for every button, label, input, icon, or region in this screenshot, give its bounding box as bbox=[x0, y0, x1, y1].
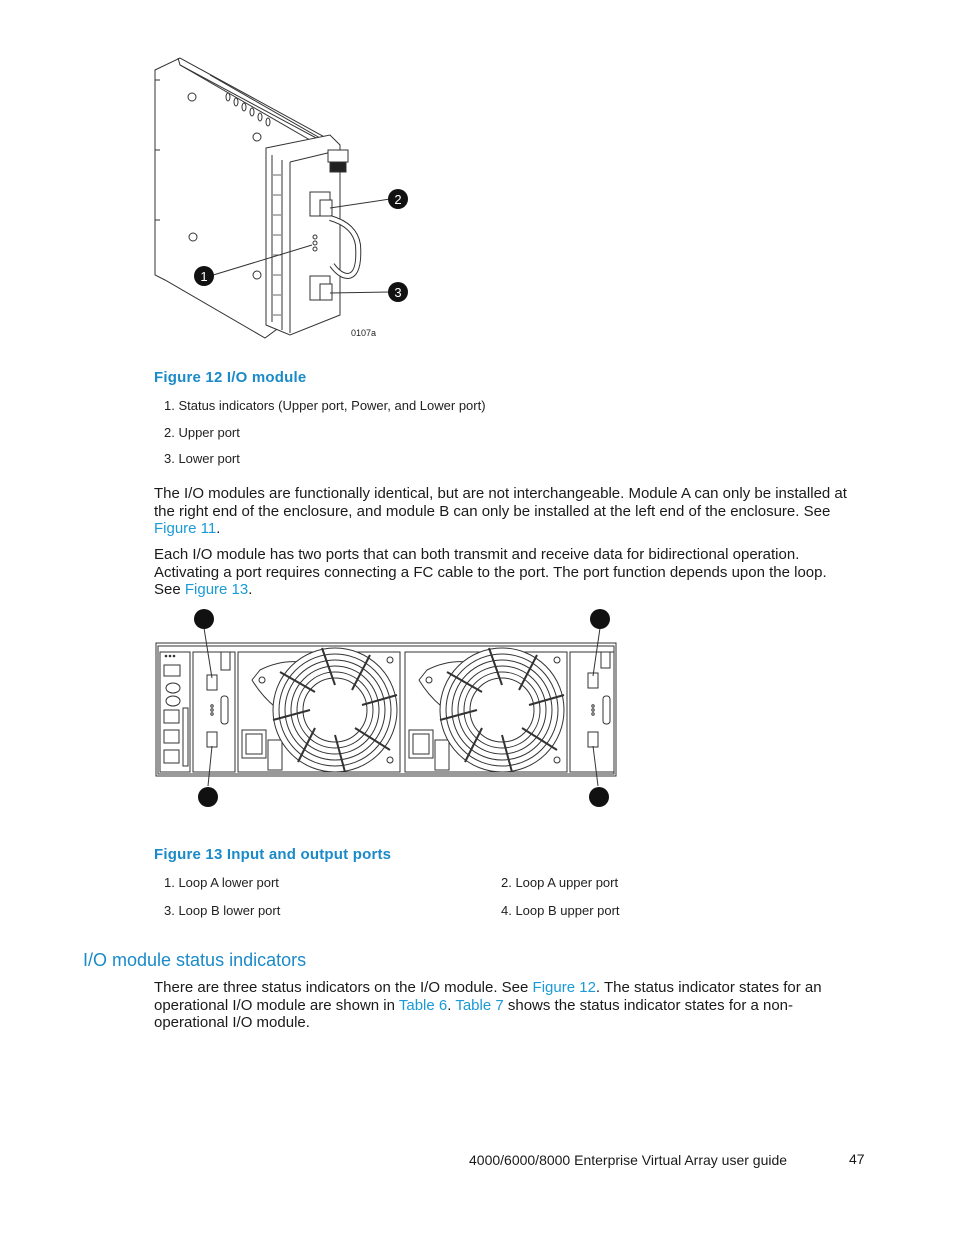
section-heading: I/O module status indicators bbox=[83, 950, 307, 970]
paragraph-text: There are three status indicators on the… bbox=[154, 979, 533, 996]
callout-marker bbox=[194, 609, 214, 629]
callout-marker bbox=[198, 787, 218, 807]
figure-13-link[interactable]: Figure 13 bbox=[185, 581, 248, 598]
figure-12-illustration: 1 2 3 0107a bbox=[154, 57, 408, 339]
figure-11-link[interactable]: Figure 11 bbox=[154, 520, 216, 537]
paragraph-text: . bbox=[248, 581, 253, 598]
figure-13-item: 1. Loop A lower port bbox=[164, 875, 279, 890]
paragraph-text: The I/O modules are functionally identic… bbox=[154, 485, 847, 520]
figure-12-link[interactable]: Figure 12 bbox=[533, 979, 596, 996]
paragraph-text: . bbox=[216, 520, 221, 537]
image-label: 0107a bbox=[351, 328, 376, 338]
svg-text:2: 2 bbox=[394, 192, 401, 207]
figure-13-item: 2. Loop A upper port bbox=[501, 875, 619, 890]
callout-marker bbox=[590, 609, 610, 629]
figure-12-item: 1. Status indicators (Upper port, Power,… bbox=[164, 398, 486, 413]
svg-text:1: 1 bbox=[200, 269, 207, 284]
callout-3: 3 bbox=[388, 282, 408, 302]
table-6-link[interactable]: Table 6 bbox=[399, 997, 447, 1014]
figure-12-item: 2. Upper port bbox=[164, 425, 240, 440]
paragraph-status-indicators: There are three status indicators on the… bbox=[154, 979, 834, 1032]
callout-2: 2 bbox=[388, 189, 408, 209]
paragraph-modules: The I/O modules are functionally identic… bbox=[154, 485, 864, 538]
callout-1: 1 bbox=[194, 266, 214, 286]
callout-marker bbox=[589, 787, 609, 807]
figure-13-caption: Figure 13 Input and output ports bbox=[154, 846, 392, 863]
paragraph-text: Each I/O module has two ports that can b… bbox=[154, 546, 827, 598]
page-number: 47 bbox=[849, 1151, 865, 1167]
figure-12-item: 3. Lower port bbox=[164, 451, 240, 466]
footer-title: 4000/6000/8000 Enterprise Virtual Array … bbox=[469, 1152, 788, 1168]
table-7-link[interactable]: Table 7 bbox=[455, 997, 503, 1014]
svg-text:3: 3 bbox=[394, 285, 401, 300]
figure-13-item: 4. Loop B upper port bbox=[501, 903, 620, 918]
figure-13-illustration bbox=[155, 609, 617, 807]
paragraph-ports: Each I/O module has two ports that can b… bbox=[154, 546, 844, 599]
figure-12-caption: Figure 12 I/O module bbox=[154, 369, 307, 386]
figure-13-item: 3. Loop B lower port bbox=[164, 903, 281, 918]
